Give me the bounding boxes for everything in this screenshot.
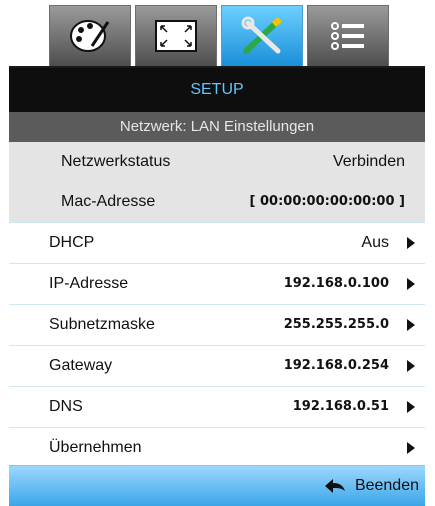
display-icon [155,20,197,52]
menu-item-subnet-mask[interactable]: Subnetzmaske 255.255.255.0 [9,304,425,345]
info-label: Mac-Adresse [61,193,156,210]
menu-item-gateway[interactable]: Gateway 192.168.0.254 [9,345,425,386]
info-label: Netzwerkstatus [61,153,171,170]
tab-color[interactable] [49,5,131,67]
tab-setup[interactable] [221,5,303,67]
setup-tools-icon [241,16,282,54]
menu-item-dhcp[interactable]: DHCP Aus [9,222,425,263]
arrow-right-icon [407,360,415,372]
palette-icon [70,20,110,52]
menu-title: SETUP [9,68,425,112]
back-arrow-icon [325,479,345,493]
arrow-right-icon [407,278,415,290]
footer-bar: Beenden [9,465,425,506]
menu-item-label: DHCP [49,234,95,251]
menu-item-label: Gateway [49,357,113,374]
menu-item-label: Subnetzmaske [49,316,155,333]
info-value: Verbinden [332,153,405,170]
menu-item-label: Übernehmen [49,439,142,456]
menu-item-apply[interactable]: Übernehmen [9,427,425,468]
menu-item-label: IP-Adresse [49,275,129,292]
menu-item-dns[interactable]: DNS 192.168.0.51 [9,386,425,427]
tab-bar [9,0,425,68]
exit-button[interactable]: Beenden [355,466,419,506]
info-row-network-status: Netzwerkstatus Verbinden [9,142,425,182]
menu-subtitle: Netzwerk: LAN Einstellungen [9,112,425,142]
menu-item-ip-address[interactable]: IP-Adresse 192.168.0.100 [9,263,425,304]
menu-item-value: 192.168.0.100 [283,276,389,291]
menu-item-value: 255.255.255.0 [283,317,389,332]
tab-display[interactable] [135,5,217,67]
info-row-mac-address: Mac-Adresse [ 00:00:00:00:00:00 ] [9,182,425,222]
menu-item-label: DNS [49,398,83,415]
menu-item-value: 192.168.0.254 [283,358,389,373]
tab-options[interactable] [307,5,389,67]
arrow-right-icon [407,442,415,454]
info-value: [ 00:00:00:00:00:00 ] [249,194,405,209]
menu-item-value: Aus [361,234,389,251]
arrow-right-icon [407,237,415,249]
arrow-right-icon [407,319,415,331]
setup-menu: SETUP Netzwerk: LAN Einstellungen Netzwe… [9,68,425,468]
arrow-right-icon [407,401,415,413]
menu-item-value: 192.168.0.51 [292,399,389,414]
options-list-icon [331,22,364,50]
